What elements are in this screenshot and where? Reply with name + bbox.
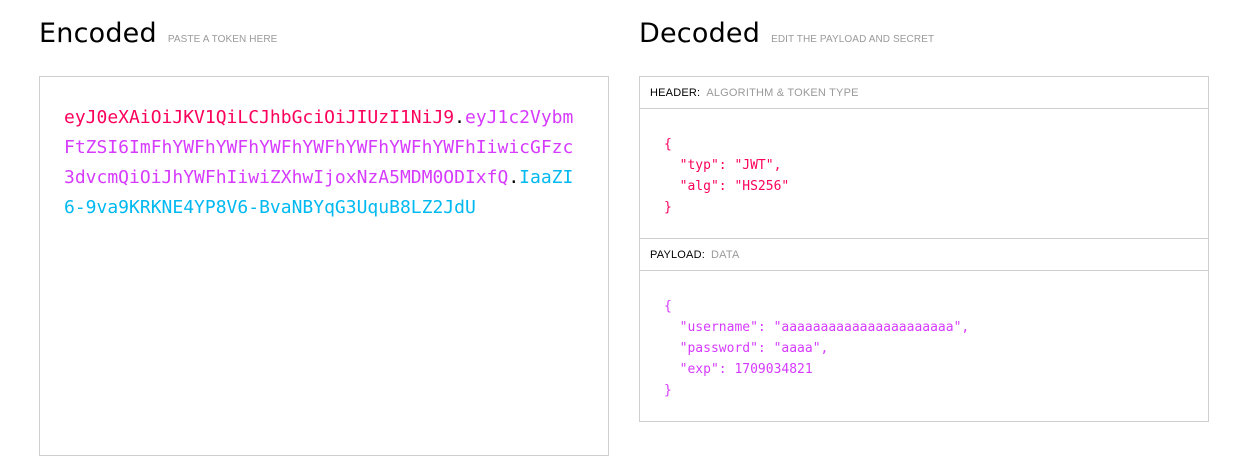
decoded-heading: Decoded EDIT THE PAYLOAD AND SECRET	[639, 0, 1209, 76]
json-line: "password": "aaaa",	[664, 341, 829, 356]
json-line: "exp": 1709034821	[664, 362, 813, 377]
decoded-title: Decoded	[639, 18, 761, 49]
token-dot: .	[508, 167, 520, 188]
json-line: }	[664, 383, 672, 398]
token-dot: .	[454, 107, 465, 128]
payload-section-title: PAYLOAD: DATA	[640, 239, 1208, 271]
encoded-title: Encoded	[39, 18, 157, 49]
encoded-column: Encoded PASTE A TOKEN HERE eyJ0eXAiOiJKV…	[39, 0, 609, 456]
encoded-subtitle: PASTE A TOKEN HERE	[167, 34, 278, 45]
header-json-editor[interactable]: { "typ": "JWT", "alg": "HS256" }	[640, 109, 1208, 239]
header-section-title: HEADER: ALGORITHM & TOKEN TYPE	[640, 77, 1208, 109]
payload-section-desc: DATA	[711, 248, 740, 261]
json-line: }	[664, 200, 672, 215]
decoded-panel: HEADER: ALGORITHM & TOKEN TYPE { "typ": …	[639, 76, 1209, 422]
header-section-desc: ALGORITHM & TOKEN TYPE	[706, 86, 859, 99]
header-section-name: HEADER:	[650, 86, 701, 99]
json-line: {	[664, 299, 672, 314]
decoded-column: Decoded EDIT THE PAYLOAD AND SECRET HEAD…	[639, 0, 1209, 422]
json-line: "alg": "HS256"	[664, 179, 790, 194]
decoded-subtitle: EDIT THE PAYLOAD AND SECRET	[771, 34, 935, 45]
json-line: "typ": "JWT",	[664, 158, 782, 173]
token-header-part: eyJ0eXAiOiJKV1QiLCJhbGciOiJIUzI1NiJ9	[64, 107, 455, 128]
encoded-heading: Encoded PASTE A TOKEN HERE	[39, 0, 609, 76]
token-input[interactable]: eyJ0eXAiOiJKV1QiLCJhbGciOiJIUzI1NiJ9.eyJ…	[39, 76, 609, 456]
payload-section-name: PAYLOAD:	[650, 248, 705, 261]
json-line: "username": "aaaaaaaaaaaaaaaaaaaaaa",	[664, 320, 970, 335]
payload-json-editor[interactable]: { "username": "aaaaaaaaaaaaaaaaaaaaaa", …	[640, 271, 1208, 422]
json-line: {	[664, 137, 672, 152]
